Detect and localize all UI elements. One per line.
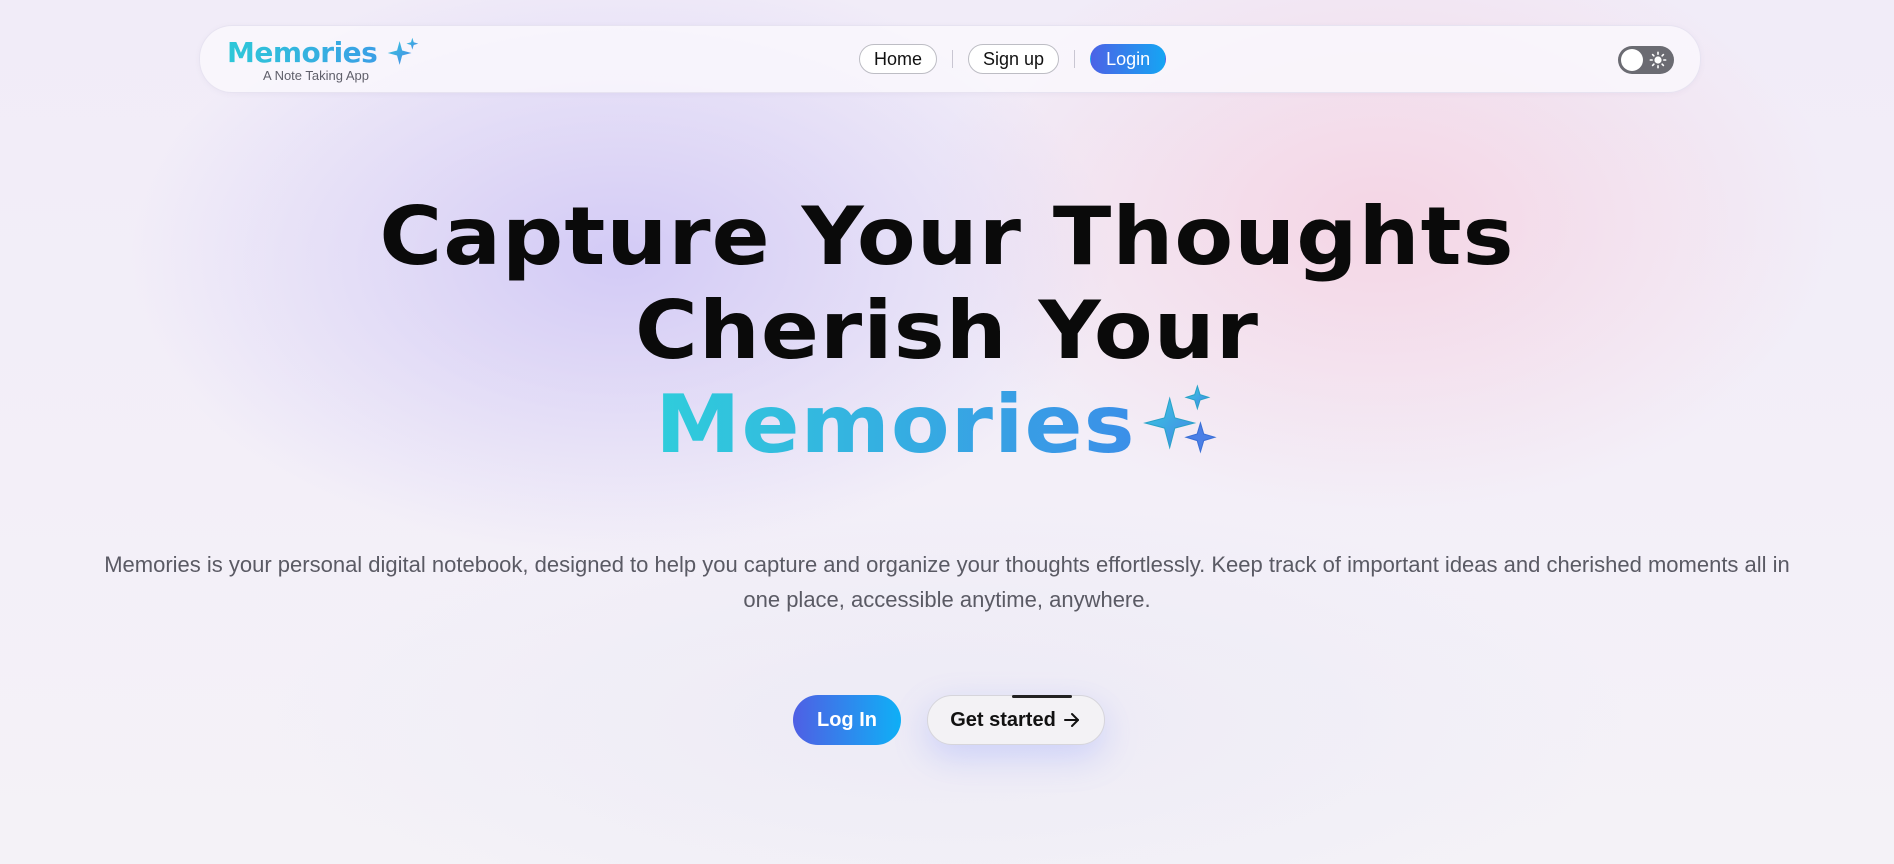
hero-memories-word: Memories <box>654 378 1136 471</box>
nav-home-button[interactable]: Home <box>859 44 938 74</box>
hero-heading-line-2: Cherish Your <box>634 284 1259 377</box>
nav-signup-button[interactable]: Sign up <box>968 44 1060 74</box>
nav-login-button[interactable]: Login <box>1090 44 1167 74</box>
brand-logo[interactable]: Memories A Note Taking App <box>227 36 420 83</box>
brand-name: Memories <box>227 36 378 69</box>
hero-heading-line-1: Capture Your Thoughts <box>379 190 1515 283</box>
cta-buttons: Log In Get started <box>793 695 1105 745</box>
hero-description: Memories is your personal digital notebo… <box>104 552 1790 612</box>
navbar: Memories A Note Taking App Home Sign up … <box>199 25 1701 93</box>
nav-links: Home Sign up Login <box>859 44 1167 74</box>
sparkles-icon <box>388 37 419 65</box>
hero: Capture Your Thoughts Cherish Your Memor… <box>0 190 1894 472</box>
toggle-knob <box>1621 49 1643 71</box>
get-started-label: Get started <box>950 708 1056 731</box>
arrow-right-icon <box>1063 713 1079 727</box>
sun-icon <box>1649 51 1667 69</box>
nav-divider <box>952 50 954 68</box>
theme-toggle[interactable] <box>1618 46 1674 74</box>
brand-tagline: A Note Taking App <box>263 68 370 83</box>
nav-divider <box>1074 50 1076 68</box>
sparkles-icon <box>1143 384 1218 454</box>
get-started-button[interactable]: Get started <box>927 695 1105 745</box>
login-button[interactable]: Log In <box>793 695 901 745</box>
hero-heading-line-3: Memories <box>0 378 1894 472</box>
